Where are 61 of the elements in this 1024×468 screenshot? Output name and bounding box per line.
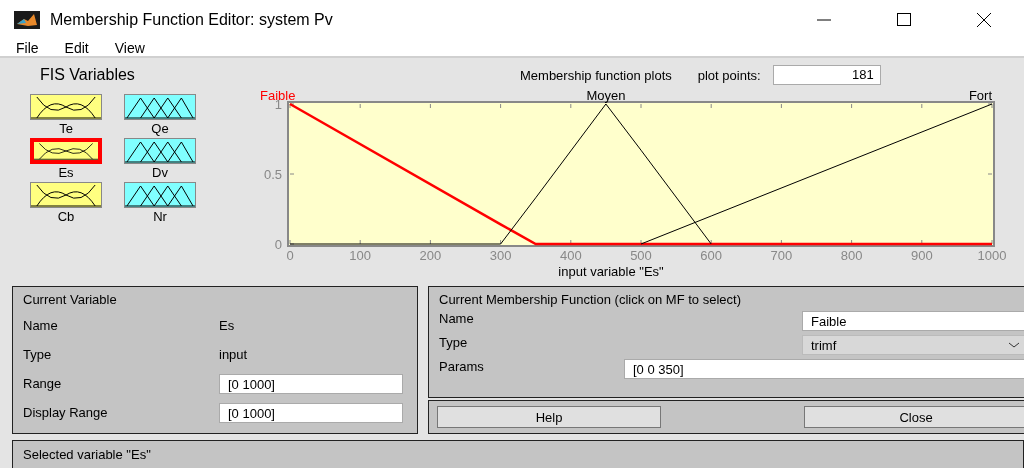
dialog-button[interactable]: Close xyxy=(804,406,1024,428)
field-label: Type xyxy=(439,335,469,352)
field-value: input xyxy=(219,347,248,362)
type-dropdown[interactable]: trimf xyxy=(802,335,1024,355)
dialog-button[interactable]: Help xyxy=(437,406,661,428)
menu-item[interactable]: Edit xyxy=(64,40,89,56)
variable-icon[interactable] xyxy=(30,94,102,120)
tick-label: 700 xyxy=(770,248,793,263)
panel-title: FIS Variables xyxy=(40,66,136,84)
tick-label: 500 xyxy=(630,248,652,263)
input-field[interactable]: [0 1000] xyxy=(219,402,403,423)
field-value: Es xyxy=(219,318,235,333)
curve-label[interactable]: Fort xyxy=(968,88,992,103)
variable-icon[interactable] xyxy=(124,138,196,164)
curve-label[interactable]: Moyen xyxy=(586,88,626,103)
variable-icon[interactable] xyxy=(124,182,196,208)
variable-name: Nr xyxy=(153,208,167,226)
input-field[interactable]: [0 1000] xyxy=(219,373,403,394)
tick-label: 1000 xyxy=(977,248,1007,263)
membership-curve[interactable] xyxy=(289,103,712,245)
axis-label: input variable "Es" xyxy=(558,264,664,279)
plot-points-field[interactable]: 181 xyxy=(772,65,881,85)
field-label: Name xyxy=(23,318,59,333)
variable-icon[interactable] xyxy=(30,182,102,208)
field-label: Display Range xyxy=(23,405,109,420)
input-field[interactable]: Faible xyxy=(802,311,1024,331)
window-title: Membership Function Editor: system Pv xyxy=(50,11,334,29)
tick-label: 900 xyxy=(910,248,933,263)
field-label: Type xyxy=(23,347,53,362)
tick-label: 0 xyxy=(274,237,282,252)
tick-label: 800 xyxy=(840,248,863,263)
variable-icon[interactable] xyxy=(124,94,196,120)
field-label: plot points: xyxy=(697,67,761,83)
panel-title: Current Membership Function (click on MF to select) xyxy=(438,291,742,309)
variable-name: Te xyxy=(59,120,73,138)
field-label: Range xyxy=(23,376,63,391)
status-bar: Selected variable "Es" xyxy=(12,440,1024,468)
variable-name: Cb xyxy=(57,208,75,226)
tick-label: 600 xyxy=(700,248,723,263)
tick-label: 200 xyxy=(419,248,442,263)
variable-name: Es xyxy=(58,164,74,182)
input-field[interactable]: [0 0 350] xyxy=(624,359,1024,379)
field-label: Params xyxy=(439,359,485,376)
minimize-icon xyxy=(816,19,832,21)
variable-name: Dv xyxy=(152,164,168,182)
app-logo-icon xyxy=(14,11,40,29)
close-icon xyxy=(976,12,992,28)
tick-label: 300 xyxy=(489,248,512,263)
variable-icon[interactable] xyxy=(30,138,102,164)
menu-item[interactable]: File xyxy=(16,40,39,56)
variable-name: Qe xyxy=(151,120,169,138)
membership-curve[interactable] xyxy=(640,103,993,245)
field-label: Name xyxy=(439,311,475,328)
tick-label: 400 xyxy=(559,248,582,263)
maximize-icon xyxy=(896,12,912,28)
tick-label: 100 xyxy=(349,248,372,263)
tick-label: 0.5 xyxy=(263,167,282,182)
tick-label: 0 xyxy=(286,248,294,263)
chart-title: Membership function plots xyxy=(520,67,672,83)
menu-item[interactable]: View xyxy=(114,40,145,56)
panel-title: Current Variable xyxy=(22,291,118,309)
